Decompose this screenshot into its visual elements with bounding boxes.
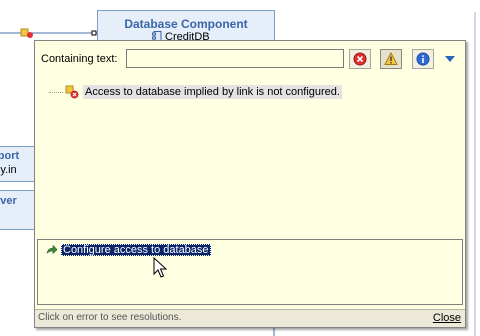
quickfix-arrow-icon xyxy=(46,244,58,255)
show-infos-button[interactable] xyxy=(412,49,434,69)
quick-fix-popup: Containing text: Access to database impl… xyxy=(34,40,466,328)
filter-label: Containing text: xyxy=(41,53,118,65)
link-error-icon[interactable] xyxy=(20,27,34,39)
status-message: Click on error to see resolutions. xyxy=(38,312,182,323)
close-link[interactable]: Close xyxy=(433,312,461,324)
import-node[interactable]: mport pany.in xyxy=(0,146,36,182)
info-filter-icon xyxy=(416,52,430,66)
error-filter-icon xyxy=(353,52,367,66)
view-menu-icon[interactable] xyxy=(441,49,459,69)
show-warnings-button[interactable] xyxy=(380,49,402,69)
import-node-title: mport xyxy=(0,150,20,162)
problems-tree[interactable]: Access to database implied by link is no… xyxy=(35,79,465,237)
error-overlay-icon xyxy=(65,85,79,99)
server-node-title: rver xyxy=(0,195,17,207)
problem-message[interactable]: Access to database implied by link is no… xyxy=(83,85,342,99)
resolution-label[interactable]: Configure access to database xyxy=(61,244,211,256)
problem-item[interactable]: Access to database implied by link is no… xyxy=(49,84,342,100)
warning-filter-icon xyxy=(384,52,398,65)
show-errors-button[interactable] xyxy=(349,49,371,69)
mouse-cursor-icon xyxy=(153,257,168,278)
filter-bar: Containing text: xyxy=(35,41,465,79)
import-node-subtitle: pany.in xyxy=(0,164,17,176)
database-node-title: Database Component xyxy=(124,17,248,31)
resolution-item[interactable]: Configure access to database xyxy=(46,243,211,257)
tree-connector xyxy=(49,91,63,93)
resolutions-pane[interactable]: Configure access to database xyxy=(37,239,463,305)
status-bar: Click on error to see resolutions. Close xyxy=(35,309,465,327)
filter-input[interactable] xyxy=(126,49,344,68)
server-node[interactable]: rver xyxy=(0,190,36,230)
